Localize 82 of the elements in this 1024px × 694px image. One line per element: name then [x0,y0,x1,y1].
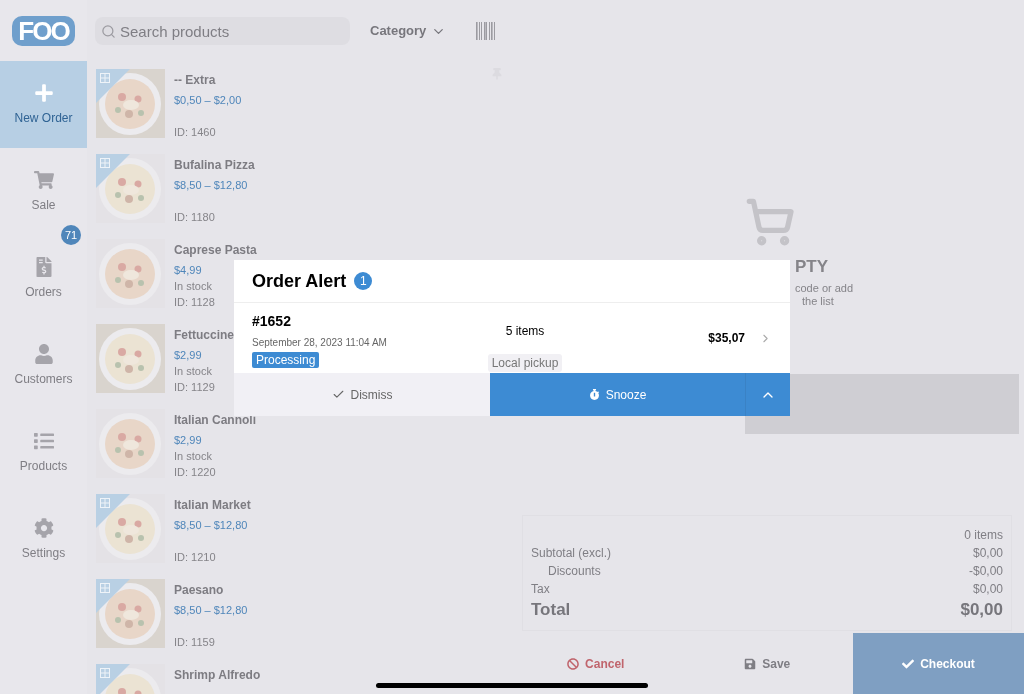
product-name: Fettuccine [174,328,234,343]
check-icon [331,388,345,401]
product-name: Shrimp Alfredo [174,668,261,683]
category-dropdown[interactable]: Category [370,21,447,41]
product-name: Caprese Pasta [174,243,257,258]
search-icon [101,24,116,39]
logo: FOO [12,15,75,46]
nav-item[interactable]: Products [0,409,87,496]
status-badge: Processing [252,352,320,368]
grid-icon [100,158,110,168]
nav-item[interactable]: Settings [0,496,87,583]
item-count: 5 items [505,323,545,340]
summary-label: Tax [531,581,550,598]
product-name: -- Extra [174,73,217,88]
search-field[interactable]: Search products [95,17,350,45]
cart-action-button[interactable]: Checkout [853,633,1024,694]
order-date: September 28, 2023 11:04 AM [252,337,388,349]
dialog-title: Order Alert [252,269,347,293]
summary-value: -$0,00 [968,563,1003,580]
total-label: Total [531,599,571,621]
variation-corner [96,664,130,694]
action-icon [567,657,580,670]
item-count: 0 items [964,527,1003,544]
product-price: $4,99 [174,263,203,278]
product-id: ID: 1460 [174,125,217,140]
summary-label: Discounts [547,563,601,580]
variation-corner [96,579,130,613]
shipping-tag: Local pickup [487,354,563,372]
product-price: $2,99 [174,433,203,448]
stock-status: In stock [174,364,213,379]
empty-cart-hint: the list [802,295,834,308]
dismiss-button[interactable]: Dismiss [234,373,490,416]
action-icon [744,657,757,670]
nav-icon [33,343,54,364]
nav-item[interactable]: New Order [0,61,87,148]
grid-icon [100,668,110,678]
product-price: $8,50 – $12,80 [174,178,249,193]
product-id: ID: 1210 [174,550,217,565]
barcode-icon[interactable] [476,22,497,40]
nav-icon [33,169,54,190]
product-id: ID: 1128 [174,295,216,310]
stock-status: In stock [174,449,213,464]
grid-icon [100,498,110,508]
cart-action-button[interactable]: Cancel [510,633,682,694]
variation-corner [96,154,130,188]
product-id: ID: 1220 [174,465,217,480]
snooze-button[interactable]: Snooze [490,373,745,416]
product-name: Paesano [174,583,225,598]
nav-item[interactable]: Customers [0,322,87,409]
product-name: Italian Market [174,498,251,513]
expand-button[interactable] [745,373,790,416]
nav-icon [33,82,54,103]
nav-icon [33,430,54,451]
product-id: ID: 1180 [174,210,216,225]
grid-icon [100,73,110,83]
grid-icon [100,583,110,593]
count-badge: 71 [61,225,81,245]
nav-icon [33,517,54,538]
product-price: $0,50 – $2,00 [174,93,242,108]
product-id: ID: 1159 [174,635,216,650]
variation-corner [96,494,130,528]
stock-status: In stock [174,279,213,294]
product-price: $8,50 – $12,80 [174,603,248,618]
action-icon [902,657,915,670]
product-price: $2,99 [174,348,203,363]
cart-action-button[interactable]: Save [681,633,853,694]
count-badge: 1 [354,272,373,290]
product-name: Italian Cannoli [174,413,256,428]
stopwatch-icon [588,389,600,400]
order-number: #1652 [252,312,292,330]
variation-corner [96,69,130,103]
total-value: $0,00 [960,599,1003,621]
summary-label: Subtotal (excl.) [531,545,612,562]
empty-cart-hint: code or add [795,282,854,295]
order-row[interactable]: #1652 September 28, 2023 11:04 AM Processing 5 items Local pickup $35,07 [234,303,790,373]
product-name: Bufalina Pizza [174,158,255,173]
order-total: $35,07 [708,330,745,347]
product-id: ID: 1129 [174,380,216,395]
summary-value: $0,00 [972,545,1003,562]
product-price: $8,50 – $12,80 [174,518,249,533]
empty-cart-title: PTY [795,257,829,277]
summary-value: $0,00 [972,581,1003,598]
